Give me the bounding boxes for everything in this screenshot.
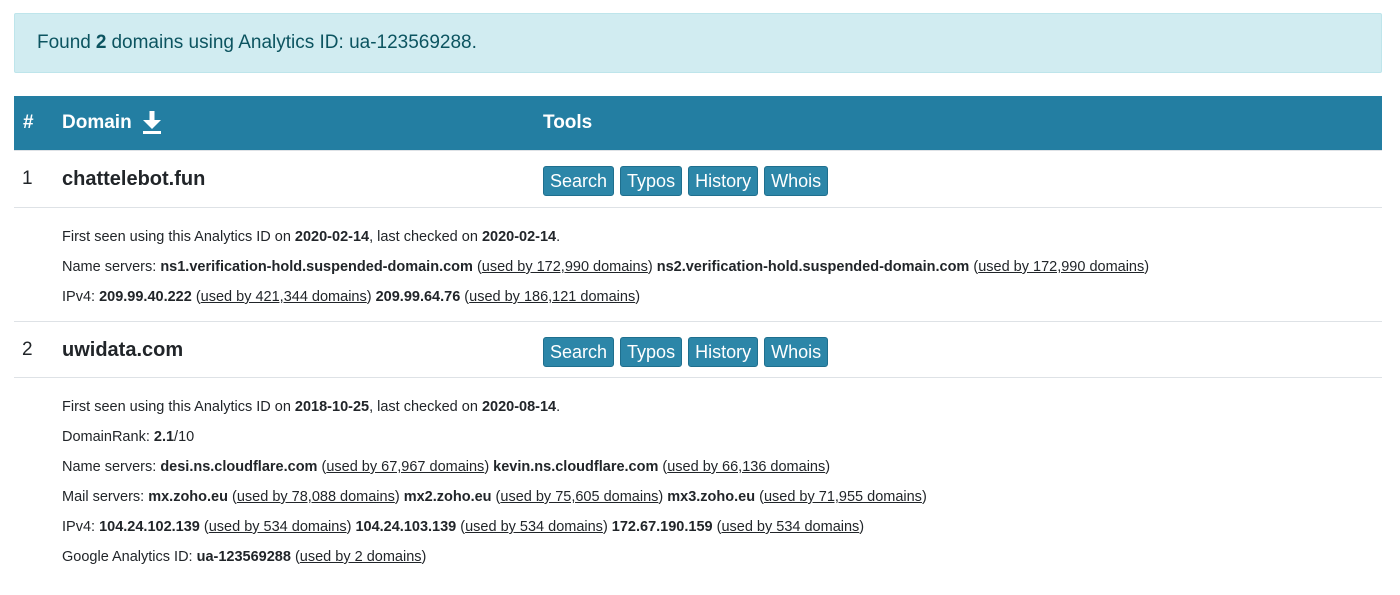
domain-name: uwidata.com (62, 338, 184, 361)
first-seen-label: First seen using this Analytics ID on (62, 399, 291, 415)
ipv4-address: 209.99.64.76 (375, 289, 461, 305)
header-domain[interactable]: Domain (62, 112, 132, 134)
first-seen-label: First seen using this Analytics ID on (62, 229, 291, 245)
search-button[interactable]: Search (543, 337, 615, 367)
domain-rank-value: 2.1 (153, 429, 175, 445)
used-by-link[interactable]: used by 172,990 domains (482, 259, 648, 275)
name-servers-label: Name servers: (62, 459, 157, 475)
name-servers-line: Name servers: ns1.verification-hold.susp… (62, 259, 1150, 275)
domain-rank-label: DomainRank: (62, 429, 150, 445)
ipv4-line: IPv4: 104.24.102.139 (used by 534 domain… (62, 519, 865, 535)
mail-server-host: mx2.zoho.eu (403, 489, 492, 505)
row-number: 2 (22, 339, 33, 360)
domain-rank-line: DomainRank: 2.1/10 (62, 422, 1382, 452)
ipv4-address: 104.24.102.139 (99, 519, 200, 535)
history-button[interactable]: History (688, 337, 759, 367)
used-by-link[interactable]: used by 534 domains (721, 519, 859, 535)
table-row: 1 chattelebot.fun Search Typos History W… (14, 150, 1382, 206)
name-server-host: desi.ns.cloudflare.com (160, 459, 318, 475)
whois-button[interactable]: Whois (764, 337, 829, 367)
mail-server-host: mx3.zoho.eu (667, 489, 756, 505)
used-by-link[interactable]: used by 67,967 domains (326, 459, 484, 475)
first-seen-date: 2020-02-14 (294, 229, 370, 245)
name-servers-line: Name servers: desi.ns.cloudflare.com (us… (62, 459, 831, 475)
alert-prefix: Found (37, 32, 91, 53)
ipv4-label: IPv4: (62, 289, 96, 305)
ipv4-address: 104.24.103.139 (355, 519, 457, 535)
first-seen-line: First seen using this Analytics ID on 20… (62, 229, 561, 245)
tool-buttons: Search Typos History Whois (543, 337, 829, 367)
download-icon[interactable] (142, 111, 162, 135)
tool-buttons: Search Typos History Whois (543, 166, 829, 196)
mail-servers-label: Mail servers: (62, 489, 145, 505)
whois-button[interactable]: Whois (764, 166, 829, 196)
header-num: # (23, 112, 34, 133)
table-header: # Domain Tools (14, 96, 1382, 150)
domain-name: chattelebot.fun (62, 167, 206, 190)
mail-server-host: mx.zoho.eu (148, 489, 228, 505)
used-by-link[interactable]: used by 71,955 domains (764, 489, 922, 505)
used-by-link[interactable]: used by 421,344 domains (201, 289, 367, 305)
history-button[interactable]: History (688, 166, 759, 196)
domain-details: First seen using this Analytics ID on 20… (14, 377, 1382, 577)
google-analytics-id: ua-123569288 (196, 549, 291, 565)
google-analytics-line: Google Analytics ID: ua-123569288 (used … (62, 549, 427, 565)
ipv4-line: IPv4: 209.99.40.222 (used by 421,344 dom… (62, 289, 641, 305)
google-analytics-label: Google Analytics ID: (62, 549, 193, 565)
last-checked-date: 2020-02-14 (481, 229, 557, 245)
name-server-host: kevin.ns.cloudflare.com (493, 459, 659, 475)
first-seen-line: First seen using this Analytics ID on 20… (62, 399, 561, 415)
last-checked-label: , last checked on (369, 229, 478, 245)
ipv4-label: IPv4: (62, 519, 96, 535)
header-tools: Tools (543, 112, 593, 133)
used-by-link[interactable]: used by 534 domains (465, 519, 603, 535)
typos-button[interactable]: Typos (620, 166, 683, 196)
name-servers-label: Name servers: (62, 259, 157, 275)
ipv4-address: 172.67.190.159 (611, 519, 713, 535)
results-alert: Found 2 domains using Analytics ID: ua-1… (14, 13, 1382, 73)
used-by-link[interactable]: used by 75,605 domains (500, 489, 658, 505)
typos-button[interactable]: Typos (620, 337, 683, 367)
alert-count: 2 (95, 32, 107, 53)
domain-details: First seen using this Analytics ID on 20… (14, 207, 1382, 321)
table-row: 2 uwidata.com Search Typos History Whois (14, 321, 1382, 377)
ipv4-address: 209.99.40.222 (99, 289, 192, 305)
name-server-host: ns1.verification-hold.suspended-domain.c… (160, 259, 473, 275)
used-by-link[interactable]: used by 172,990 domains (978, 259, 1144, 275)
used-by-link[interactable]: used by 534 domains (209, 519, 347, 535)
alert-suffix: domains using Analytics ID: ua-123569288… (111, 32, 477, 53)
row-number: 1 (22, 168, 33, 189)
mail-servers-line: Mail servers: mx.zoho.eu (used by 78,088… (62, 489, 927, 505)
first-seen-date: 2018-10-25 (294, 399, 370, 415)
used-by-link[interactable]: used by 78,088 domains (237, 489, 395, 505)
used-by-link[interactable]: used by 186,121 domains (469, 289, 635, 305)
last-checked-date: 2020-08-14 (481, 399, 557, 415)
used-by-link[interactable]: used by 66,136 domains (667, 459, 825, 475)
domain-rank-suffix: /10 (174, 429, 195, 445)
name-server-host: ns2.verification-hold.suspended-domain.c… (656, 259, 970, 275)
search-button[interactable]: Search (543, 166, 615, 196)
used-by-link[interactable]: used by 2 domains (300, 549, 422, 565)
last-checked-label: , last checked on (369, 399, 478, 415)
header-domain-cell: Domain (62, 96, 162, 150)
